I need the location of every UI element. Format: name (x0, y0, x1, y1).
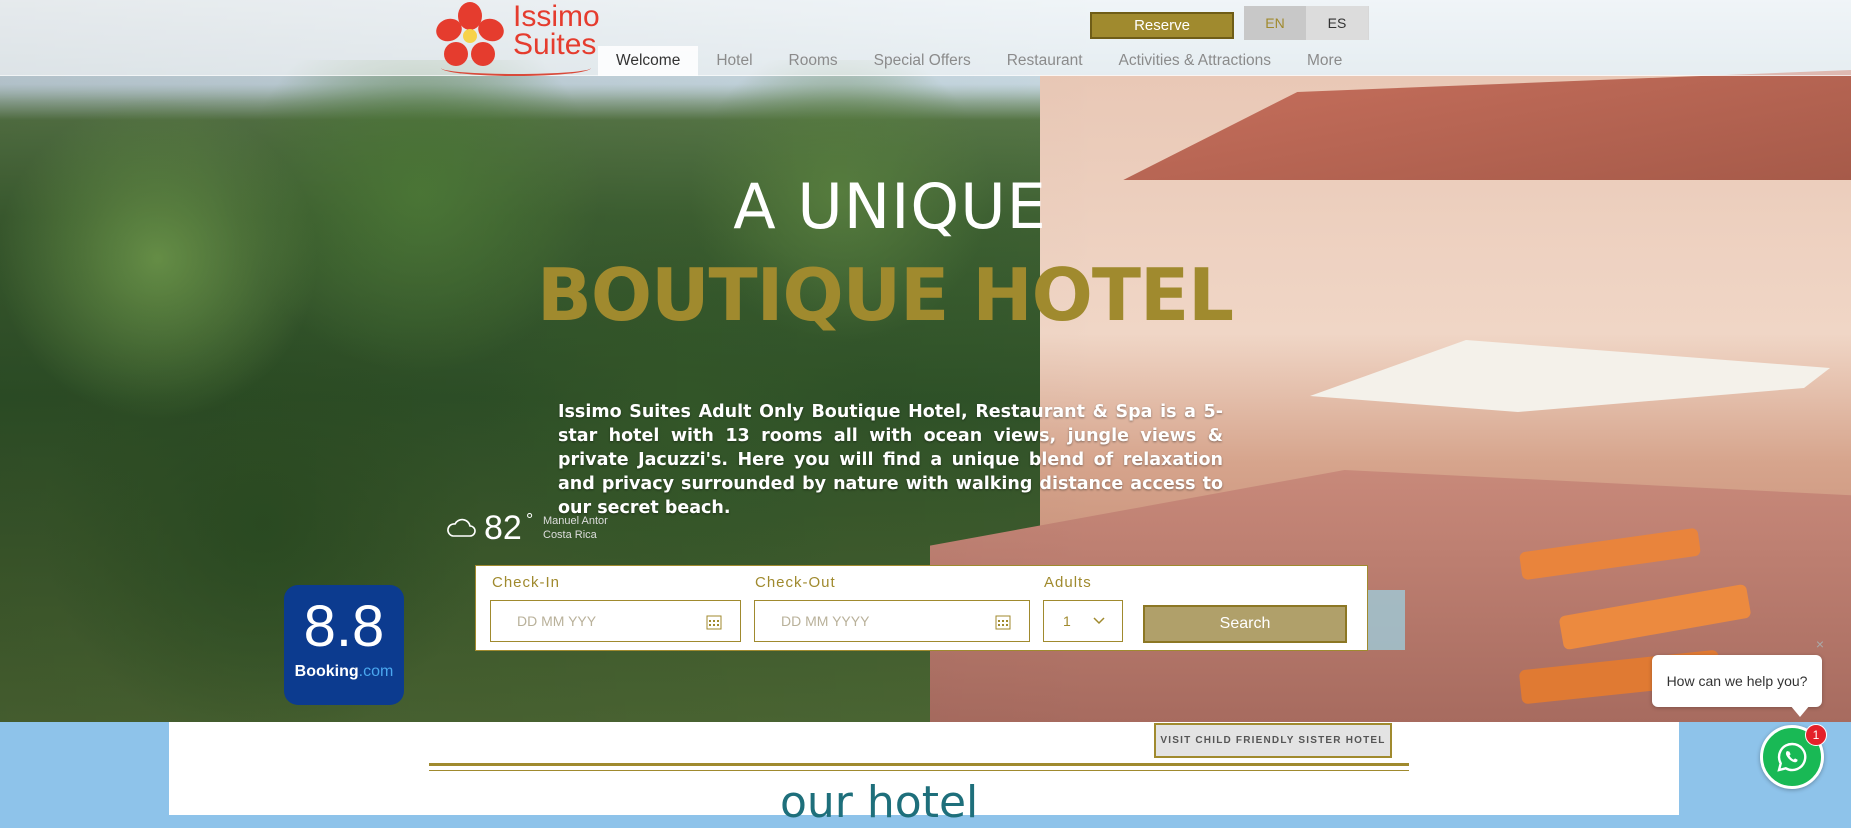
checkout-field[interactable]: DD MM YYYY (754, 600, 1030, 642)
weather-location-country: Costa Rica (543, 529, 597, 541)
nav-item-activities[interactable]: Activities & Attractions (1101, 46, 1289, 76)
weather-location: Manuel Antor Costa Rica (543, 514, 633, 542)
sister-hotel-button[interactable]: VISIT CHILD FRIENDLY SISTER HOTEL (1154, 723, 1392, 758)
hero-headline-top: A UNIQUE (733, 170, 1047, 243)
nav-item-restaurant[interactable]: Restaurant (989, 46, 1101, 76)
checkin-field[interactable]: DD MM YYY (490, 600, 741, 642)
close-icon[interactable]: × (1816, 637, 1824, 651)
checkin-label: Check-In (492, 574, 561, 591)
nav-item-more[interactable]: More (1289, 46, 1360, 76)
whatsapp-icon (1777, 742, 1807, 772)
nav-item-welcome[interactable]: Welcome (598, 46, 699, 76)
reserve-button[interactable]: Reserve (1090, 12, 1234, 39)
adults-select[interactable]: 1 (1043, 600, 1123, 642)
calendar-icon (995, 615, 1011, 630)
whatsapp-chat-button[interactable]: 1 (1760, 724, 1827, 789)
chevron-down-icon (1093, 617, 1105, 625)
divider (429, 770, 1409, 771)
site-logo[interactable]: Issimo Suites (433, 0, 600, 76)
logo-word-suites: Suites (513, 28, 597, 61)
booking-rating-badge[interactable]: 8.8 Booking.com (284, 585, 404, 705)
booking-brand-suffix: .com (358, 663, 394, 680)
nav-item-hotel[interactable]: Hotel (698, 46, 770, 76)
section-title: our hotel (780, 777, 979, 828)
booking-brand: Booking.com (284, 663, 404, 681)
language-en[interactable]: EN (1244, 6, 1306, 40)
weather-location-town: Manuel Antor (543, 515, 608, 527)
hero-headline-bottom: BOUTIQUE HOTEL (536, 253, 1234, 337)
adults-label: Adults (1044, 574, 1092, 591)
adults-value: 1 (1063, 613, 1071, 629)
hero-intro-text: Issimo Suites Adult Only Boutique Hotel,… (558, 402, 1223, 518)
booking-search-widget: Check-In DD MM YYY Check-Out DD MM YYYY … (475, 565, 1368, 651)
calendar-icon (706, 615, 722, 630)
checkin-placeholder: DD MM YYY (517, 613, 597, 629)
weather-temperature: 82 (484, 509, 522, 547)
cloud-icon (447, 518, 476, 537)
hibiscus-flower-icon (436, 2, 504, 66)
nav-item-special-offers[interactable]: Special Offers (856, 46, 989, 76)
nav-item-rooms[interactable]: Rooms (771, 46, 856, 76)
main-nav: Welcome Hotel Rooms Special Offers Resta… (598, 46, 1360, 76)
unread-count-badge: 1 (1805, 724, 1827, 746)
chat-prompt-bubble[interactable]: How can we help you? × (1652, 637, 1824, 717)
logo-swoosh (441, 60, 591, 76)
chat-prompt-text: How can we help you? (1666, 673, 1808, 689)
search-button[interactable]: Search (1143, 605, 1347, 643)
weather-degree: ° (526, 510, 534, 530)
divider (429, 763, 1409, 766)
checkout-label: Check-Out (755, 574, 836, 591)
language-switcher: EN ES (1244, 6, 1369, 40)
booking-brand-name: Booking (294, 663, 359, 680)
language-es[interactable]: ES (1306, 6, 1368, 40)
site-header: Issimo Suites Welcome Hotel Rooms Specia… (0, 0, 1851, 76)
checkout-placeholder: DD MM YYYY (781, 613, 870, 629)
rating-score: 8.8 (303, 594, 385, 659)
